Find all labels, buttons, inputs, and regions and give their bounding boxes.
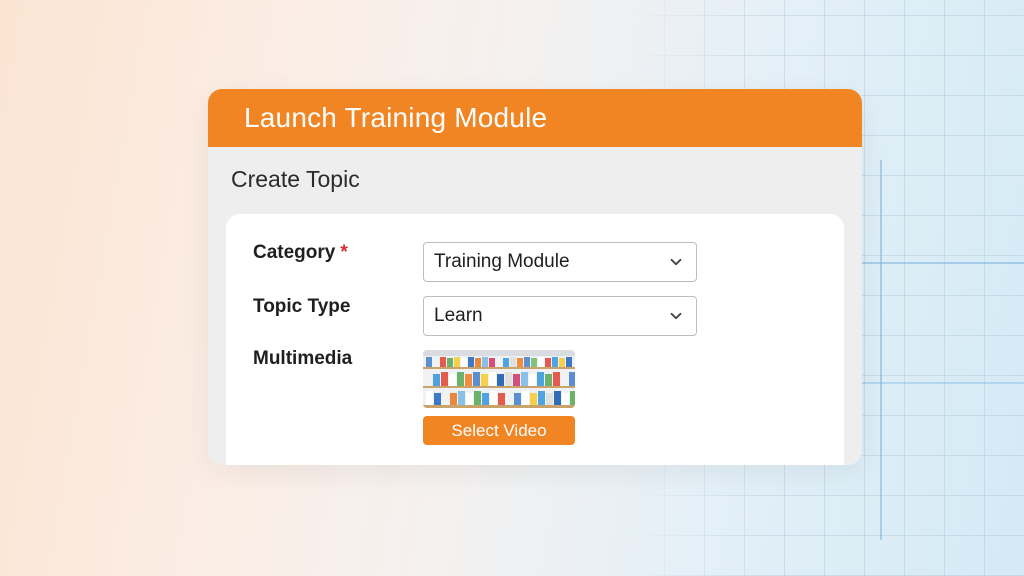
required-asterisk: *	[340, 242, 348, 263]
topic-type-label: Topic Type	[253, 296, 351, 317]
window-title: Launch Training Module	[244, 102, 548, 133]
category-select-value: Training Module	[434, 251, 570, 272]
select-video-button[interactable]: Select Video	[423, 416, 575, 445]
store-shelves-thumbnail[interactable]	[423, 350, 575, 408]
training-module-window: Launch Training Module Create Topic Cate…	[208, 89, 862, 465]
category-label-text: Category	[253, 242, 336, 263]
section-title: Create Topic	[231, 166, 360, 192]
background-accent-line	[860, 262, 1024, 264]
create-topic-form: Category * Training Module Topic Type Lea…	[226, 214, 844, 465]
category-label: Category *	[253, 242, 348, 264]
topic-type-select-value: Learn	[434, 305, 483, 326]
multimedia-label: Multimedia	[253, 348, 353, 369]
chevron-down-icon	[670, 312, 682, 320]
background-accent-line	[880, 160, 882, 540]
window-title-bar: Launch Training Module	[208, 89, 862, 147]
background-accent-line	[860, 382, 1024, 384]
chevron-down-icon	[670, 258, 682, 266]
topic-type-select[interactable]: Learn	[423, 296, 697, 336]
category-select[interactable]: Training Module	[423, 242, 697, 282]
